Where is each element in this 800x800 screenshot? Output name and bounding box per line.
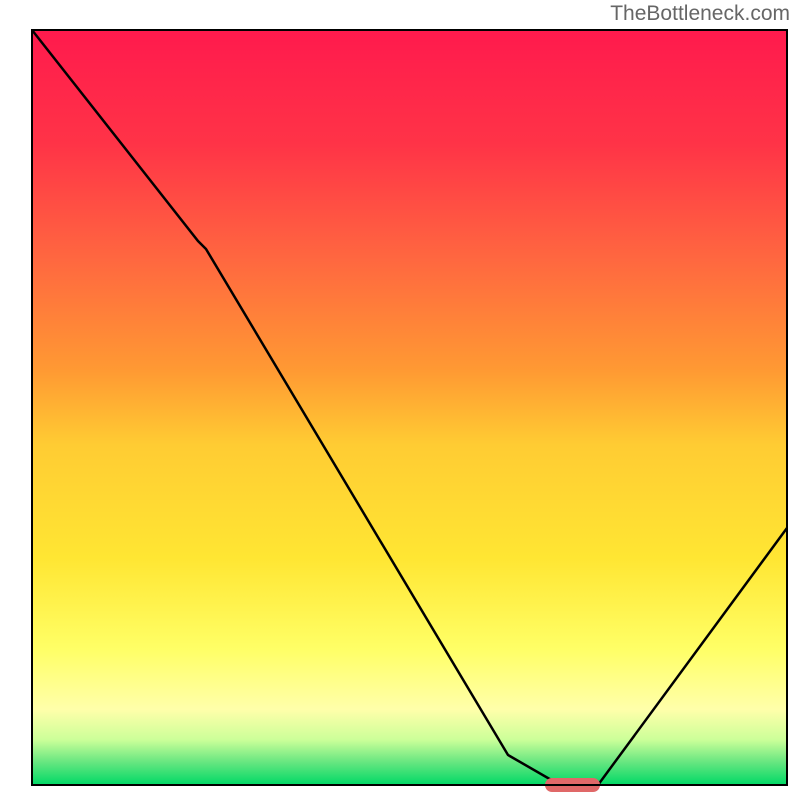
heat-gradient-background bbox=[32, 30, 787, 785]
bottleneck-chart bbox=[0, 0, 800, 800]
watermark-text: TheBottleneck.com bbox=[610, 2, 790, 26]
